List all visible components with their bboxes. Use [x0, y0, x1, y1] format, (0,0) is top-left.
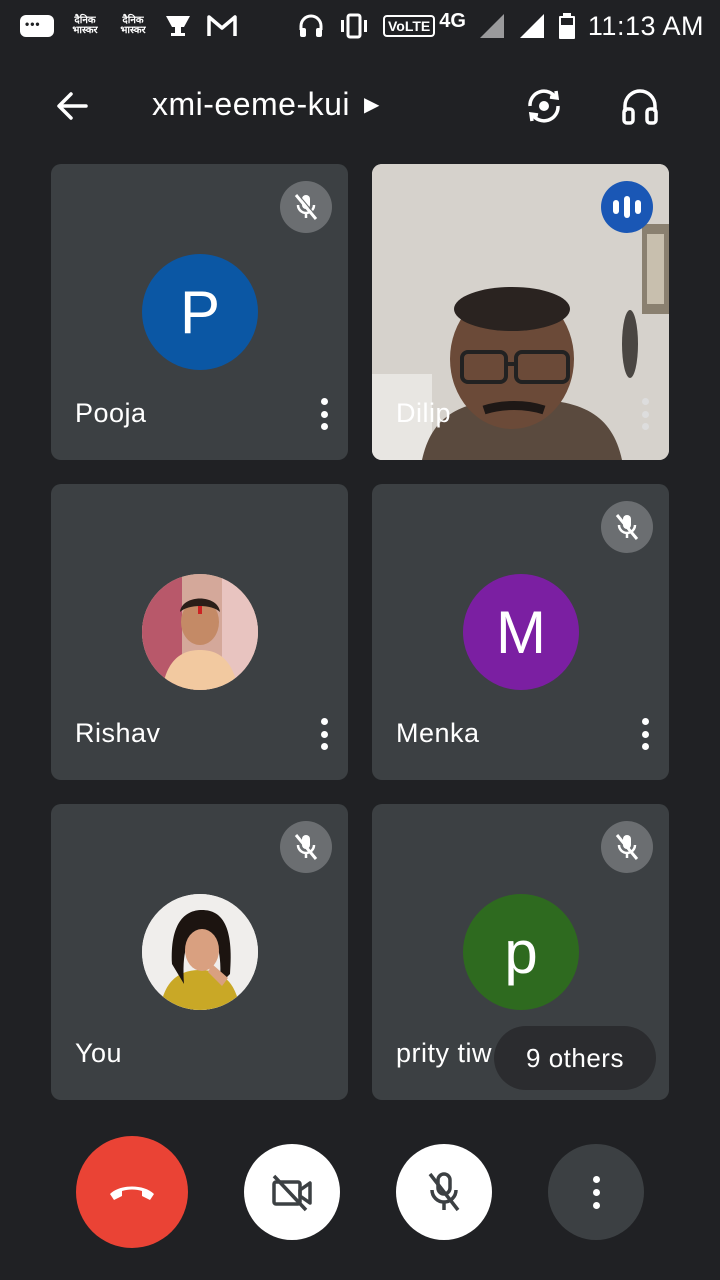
avatar: M	[463, 574, 579, 690]
battery-icon	[558, 12, 576, 40]
meeting-code: xmi-eeme-kui	[152, 86, 351, 122]
avatar-photo	[142, 894, 258, 1010]
mic-toggle-button[interactable]	[396, 1144, 492, 1240]
mic-off-icon	[615, 514, 639, 540]
participant-name: Dilip	[396, 398, 452, 428]
others-button[interactable]: 9 others	[494, 1026, 656, 1090]
camera-toggle-button[interactable]	[244, 1144, 340, 1240]
participant-tile-rishav[interactable]: Rishav	[51, 484, 348, 780]
participant-tile-menka[interactable]: M Menka	[372, 484, 669, 780]
participant-tile-pooja[interactable]: P Pooja	[51, 164, 348, 460]
arrow-left-icon	[57, 92, 88, 120]
cup-icon	[164, 13, 192, 39]
more-vert-icon	[592, 1175, 600, 1183]
volte-indicator: VoLTE	[382, 15, 436, 37]
avatar: P	[142, 254, 258, 370]
status-bar: दैनिक भास्कर दैनिक भास्कर VoLTE 4G 11:13…	[0, 0, 720, 52]
mic-off-icon	[294, 193, 319, 220]
participant-name: Menka	[396, 718, 480, 748]
participant-name: Rishav	[75, 718, 161, 748]
meeting-code-button[interactable]: xmi-eeme-kui ▶	[152, 86, 380, 123]
signal-icon-2	[518, 12, 546, 40]
meeting-header: xmi-eeme-kui ▶	[0, 64, 720, 144]
participant-tile-you[interactable]: You	[51, 804, 348, 1100]
mic-off-indicator	[601, 821, 653, 873]
headset-status-icon	[297, 12, 325, 40]
hangup-button[interactable]	[76, 1136, 188, 1248]
hangup-icon	[110, 1186, 154, 1200]
more-vert-icon[interactable]	[635, 716, 655, 752]
chevron-right-icon: ▶	[364, 94, 380, 116]
message-notification-icon	[20, 15, 54, 37]
participant-name: prity tiw	[396, 1038, 493, 1068]
audio-output-button[interactable]	[616, 82, 664, 130]
flip-camera-icon	[528, 89, 560, 123]
participant-tile-dilip[interactable]: Dilip	[372, 164, 669, 460]
signal-icon	[478, 12, 506, 40]
mic-off-indicator	[280, 181, 332, 233]
more-options-button[interactable]	[548, 1144, 644, 1240]
mic-off-icon	[294, 834, 318, 860]
more-vert-icon[interactable]	[635, 396, 655, 432]
avatar-letter: M	[496, 598, 546, 666]
mic-off-indicator	[601, 501, 653, 553]
mic-off-indicator	[280, 821, 332, 873]
more-vert-icon[interactable]	[314, 396, 334, 432]
avatar: p	[463, 894, 579, 1010]
mic-off-icon	[428, 1172, 460, 1212]
dainik-bhaskar-logo: दैनिक भास्कर	[72, 15, 98, 36]
headphones-icon	[622, 89, 658, 125]
gmail-icon	[206, 14, 238, 38]
dainik-bhaskar-logo-2: दैनिक भास्कर	[120, 15, 146, 36]
more-vert-icon[interactable]	[314, 716, 334, 752]
vibrate-icon	[337, 12, 371, 40]
clock: 11:13 AM	[587, 10, 704, 41]
avatar-photo	[142, 574, 258, 690]
avatar-letter: p	[504, 918, 538, 986]
camera-off-icon	[272, 1174, 312, 1212]
participant-name: You	[75, 1038, 123, 1068]
avatar-letter: P	[179, 278, 221, 346]
mic-off-icon	[615, 834, 639, 860]
back-button[interactable]	[50, 84, 94, 128]
network-type: 4G	[439, 9, 466, 32]
speaking-indicator	[601, 181, 653, 233]
flip-camera-button[interactable]	[520, 82, 568, 130]
participant-name: Pooja	[75, 398, 147, 428]
